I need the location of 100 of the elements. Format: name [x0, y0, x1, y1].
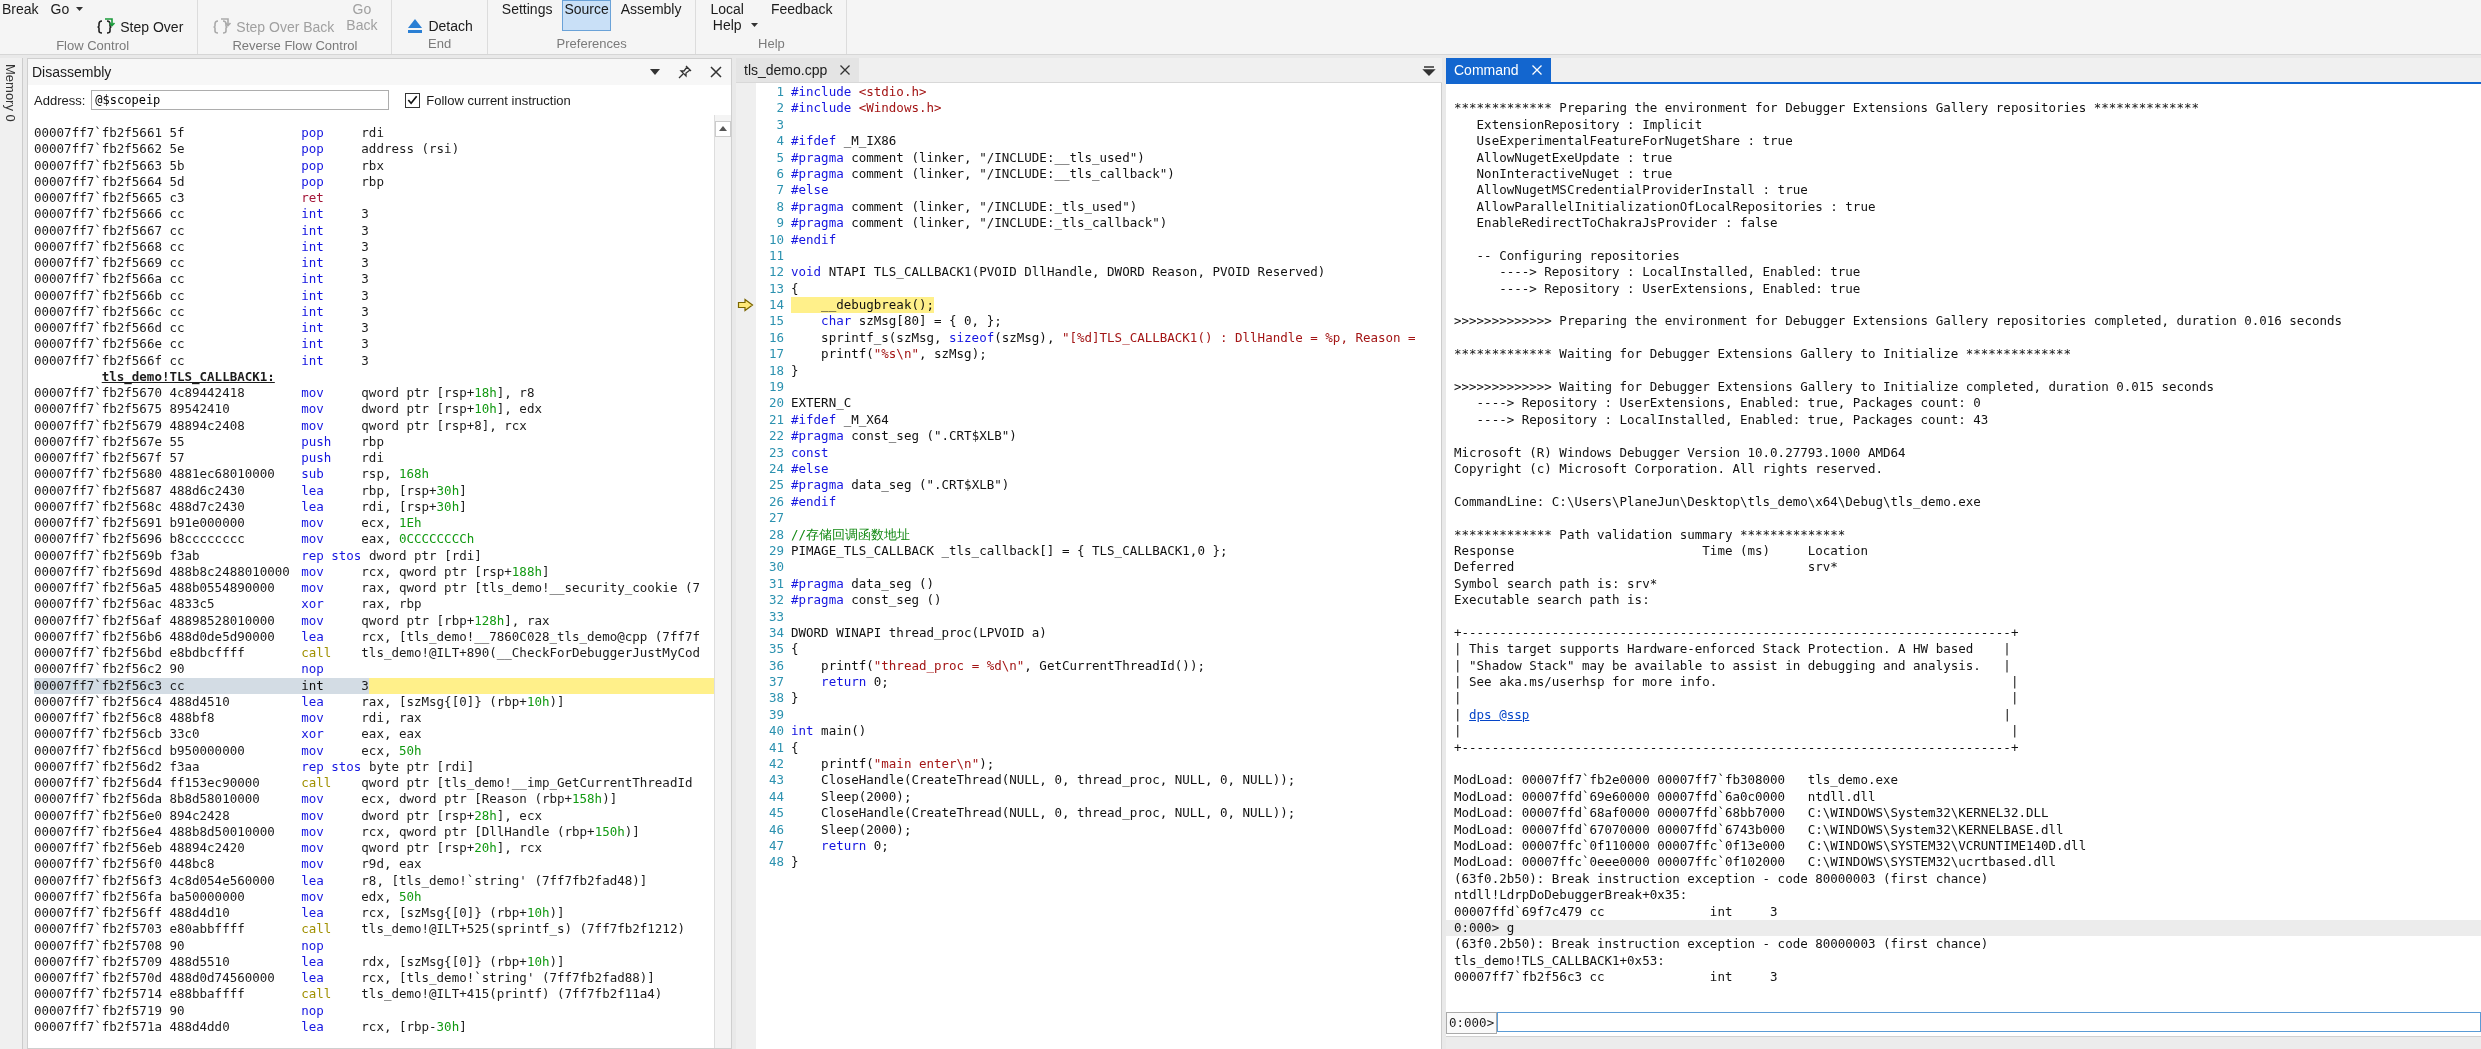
address-cell-text: 00007ff7`fb2f5669 — [34, 255, 163, 272]
group-label: Preferences — [555, 36, 628, 53]
operand-cell: ecx, 50h — [361, 742, 422, 759]
line-number: 11 — [767, 247, 784, 265]
bytes-cell-text: e88bbaffff — [169, 986, 246, 1003]
output-line: ************* Path validation summary ************** — [1454, 526, 1847, 543]
opcode-cell-text: nop — [301, 661, 325, 678]
code-line: { — [791, 280, 799, 298]
opcode-cell-text: nop — [301, 937, 325, 954]
opcode-cell-text: int — [301, 352, 325, 369]
dropdown-icon[interactable] — [1422, 64, 1436, 76]
line-number: 26 — [767, 493, 784, 511]
operand-cell: rcx, [tls_demo!`string' (7ff7fb2fad88)] — [361, 970, 655, 987]
output-line: | "Shadow Stack" may be available to assist in debugging and analysis. | — [1454, 657, 2012, 675]
caret-icon — [749, 22, 759, 28]
file-tab[interactable]: tls_demo.cpp — [736, 58, 860, 82]
opcode-cell-text: int — [301, 303, 325, 320]
bytes-cell-text: f3ab — [169, 547, 201, 564]
bytes-cell-text: 488b0554890000 — [169, 580, 276, 597]
output-line: Copyright (c) Microsoft Corporation. All rights reserved. — [1454, 461, 1884, 478]
output-line: ModLoad: 00007ffd`68af0000 00007ffd`68bb7000 C:\WINDOWS\System32\KERNEL32.DLL — [1454, 805, 2050, 822]
opcode-cell-text: lea — [301, 693, 325, 710]
ribbon-button[interactable]: Settings — [499, 0, 555, 18]
code-line: #include <Windows.h> — [791, 100, 942, 117]
output-line: | This target supports Hardware-enforced Stack Protection. A HW based | — [1454, 641, 2012, 658]
code-line: int main() — [791, 723, 867, 740]
opcode-cell-text: nop — [301, 1002, 325, 1019]
bytes-cell-text: 33c0 — [169, 726, 201, 743]
operand-cell: qword ptr [rsp+20h], rcx — [361, 840, 542, 857]
ribbon-button[interactable]: Go — [48, 0, 87, 18]
address-cell-text: 00007ff7`fb2f5680 — [34, 466, 163, 483]
operand-cell: r9d, eax — [361, 856, 422, 873]
line-number: 10 — [767, 231, 784, 248]
output-line: | | — [1454, 690, 2020, 707]
bytes-cell-text: cc — [169, 255, 186, 272]
link[interactable]: dps @ssp — [1469, 706, 1530, 722]
command-prompt: 0:000> — [1446, 1012, 1498, 1034]
bytes-cell-text: ba50000000 — [169, 888, 246, 905]
line-number: 32 — [767, 592, 784, 609]
bytes-cell-text: cc — [169, 336, 186, 353]
output-line: (63f0.2b50): Break instruction exception - code 80000003 (first chance) — [1454, 870, 1990, 888]
operand-cell: rcx, [rbp-30h] — [361, 1018, 467, 1035]
ribbon-button[interactable]: Source — [562, 0, 611, 31]
address-field[interactable]: @$scopeip — [91, 90, 390, 110]
line-number: 15 — [767, 313, 784, 330]
code-line: const — [791, 444, 829, 461]
address-cell-text: 00007ff7`fb2f56c4 — [34, 693, 163, 710]
bytes-cell-text: 48898528010000 — [169, 612, 276, 629]
code-line: #endif — [791, 231, 837, 248]
bytes-cell-text: cc — [169, 287, 186, 304]
output-line: ModLoad: 00007ffc`0f110000 00007ffc`0f13e000 C:\WINDOWS\SYSTEM32\VCRUNTIME140D.dll — [1454, 837, 2088, 855]
bytes-cell-text: 488d7c2430 — [169, 498, 246, 515]
line-number: 1 — [775, 84, 784, 101]
caret-icon — [75, 6, 85, 12]
code-line: { — [791, 739, 799, 757]
ribbon-button[interactable]: Break — [0, 0, 41, 18]
code-line: PIMAGE_TLS_CALLBACK _tls_callback[] = { TLS_CALLBACK1,0 }; — [791, 542, 1228, 560]
output-line: (63f0.2b50): Break instruction exception - code 80000003 (first chance) — [1454, 936, 1990, 953]
close-icon[interactable] — [839, 64, 852, 76]
line-number: 31 — [767, 575, 784, 593]
opcode-cell-text: mov — [301, 580, 325, 597]
pin-icon[interactable] — [677, 64, 693, 80]
line-number: 33 — [767, 608, 784, 625]
code-line: #pragma const_seg () — [791, 592, 942, 609]
ribbon-button[interactable]: Detach — [404, 16, 475, 36]
scroll-up-icon[interactable] — [715, 121, 731, 137]
address-cell-text: 00007ff7`fb2f56d4 — [34, 775, 163, 792]
address-cell-text: 00007ff7`fb2f5675 — [34, 401, 163, 418]
address-cell: 00007ff7`fb2f56c3 — [34, 677, 170, 694]
output-line: ************* Waiting for Debugger Extensions Gallery to Initialize ************** — [1454, 346, 2073, 363]
opcode-cell-text: int — [301, 238, 325, 255]
output-line: AllowParallelInitializationOfLocalRepositories : true — [1475, 198, 1877, 216]
output-line: ntdll!LdrpDoDebuggerBreak+0x35: — [1454, 887, 1689, 904]
opcode-cell-text: lea — [301, 970, 325, 987]
ribbon-button[interactable]: Local Help — [708, 0, 761, 34]
line-number: 46 — [767, 821, 784, 838]
address-cell-text: 00007ff7`fb2f56f0 — [34, 856, 163, 873]
code-line: CloseHandle(CreateThread(NULL, 0, thread_proc, NULL, 0, NULL)); — [820, 805, 1296, 822]
address-cell-text: 00007ff7`fb2f566a — [34, 271, 163, 288]
side-tab[interactable]: Memory 0 — [3, 64, 18, 122]
ribbon-button[interactable]: Feedback — [768, 0, 835, 18]
bytes-cell-text: 8b8d58010000 — [169, 791, 261, 808]
ribbon-button[interactable]: Step Over — [94, 16, 186, 38]
bytes-cell-text: 488d6c2430 — [169, 482, 246, 499]
close-icon[interactable] — [709, 65, 723, 79]
command-input[interactable] — [1497, 1012, 2481, 1032]
line-number: 41 — [767, 739, 784, 757]
output-line: +-------------------------------------------------------------------------+ — [1454, 739, 2020, 756]
scrollbar[interactable] — [714, 115, 731, 1048]
opcode-cell-text: rep stos — [301, 758, 363, 775]
dropdown-icon[interactable] — [649, 68, 661, 76]
checkbox[interactable] — [405, 92, 421, 108]
operand-cell: edx, 50h — [361, 888, 422, 905]
bytes-cell-text: 4881ec68010000 — [169, 466, 276, 483]
command-tab[interactable]: Command — [1446, 58, 1551, 82]
ribbon-button[interactable]: Assembly — [618, 0, 684, 18]
group-label: End — [427, 36, 453, 53]
address-cell-text: 00007ff7`fb2f5679 — [34, 417, 163, 434]
operand-cell: 3 — [361, 320, 369, 337]
output-line: CommandLine: C:\Users\PlaneJun\Desktop\tls_demo\x64\Debug\tls_demo.exe — [1454, 493, 1982, 511]
